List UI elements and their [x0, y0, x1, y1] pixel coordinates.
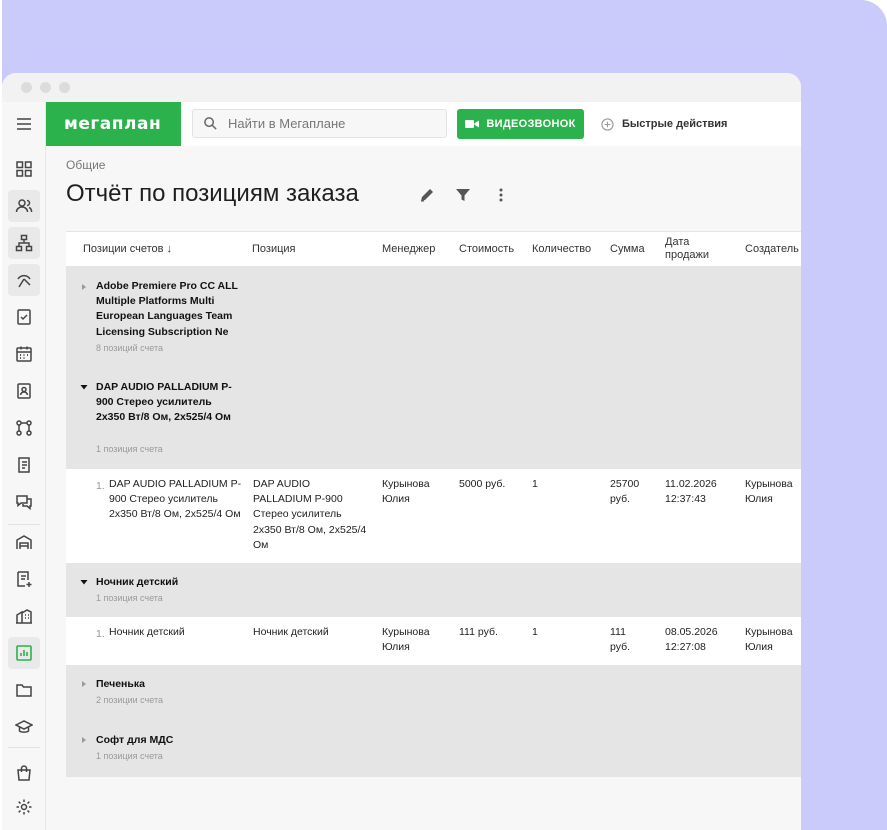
group-title[interactable]: Adobe Premiere Pro CC ALL Multiple Platf…: [96, 279, 241, 340]
window-dot: [40, 82, 51, 93]
column-header-manager[interactable]: Менеджер: [382, 243, 435, 256]
caret-right-icon[interactable]: [80, 283, 88, 291]
invoices-icon[interactable]: [8, 449, 40, 481]
shop-icon[interactable]: [8, 757, 40, 789]
search-box[interactable]: [192, 109, 447, 138]
cell-sale-date: 11.02.2026 12:37:43: [665, 478, 717, 506]
column-header-position[interactable]: Позиция: [252, 243, 296, 256]
group-title[interactable]: DAP AUDIO PALLADIUM P-900 Стерео усилите…: [96, 380, 241, 426]
megaplan-logo[interactable]: мегаплан: [46, 102, 181, 146]
cell-price: 5000 руб.: [459, 478, 506, 490]
structure-icon[interactable]: [8, 227, 40, 259]
column-header-invoice-items[interactable]: Позиции счетов ↓: [83, 243, 172, 256]
window-dot: [59, 82, 70, 93]
top-header: мегаплан ВИДЕОЗВОНОК Быстрые действия: [46, 102, 801, 146]
window-titlebar: [2, 73, 801, 102]
caret-down-icon[interactable]: [80, 383, 88, 391]
dashboard-icon[interactable]: [8, 153, 40, 185]
cell-position: Ночник детский: [253, 626, 329, 638]
row-number: 1.: [96, 628, 105, 640]
plus-circle-icon: [601, 117, 614, 131]
window-dot: [21, 82, 32, 93]
column-header-price[interactable]: Стоимость: [459, 243, 514, 256]
group-title[interactable]: Ночник детский: [96, 575, 246, 590]
sidebar-divider: [8, 747, 40, 748]
caret-right-icon[interactable]: [80, 736, 88, 744]
documents-icon[interactable]: [8, 563, 40, 595]
group-subtitle: 2 позиции счета: [96, 695, 163, 705]
app: мегаплан ВИДЕОЗВОНОК Быстрые действия Об…: [2, 102, 801, 830]
warehouse-icon[interactable]: [8, 526, 40, 558]
menu-icon[interactable]: [8, 108, 40, 140]
app-window: мегаплан ВИДЕОЗВОНОК Быстрые действия Об…: [2, 73, 801, 830]
group-row[interactable]: Ночник детский 1 позиция счета: [66, 563, 801, 617]
group-row[interactable]: Печенька 2 позиции счета: [66, 665, 801, 721]
table-row[interactable]: 1. DAP AUDIO PALLADIUM P-900 Стерео усил…: [66, 469, 801, 563]
users-icon[interactable]: [8, 190, 40, 222]
cell-position: DAP AUDIO PALLADIUM P-900 Стерео усилите…: [253, 478, 367, 551]
search-icon: [204, 117, 217, 130]
quick-actions-label: Быстрые действия: [622, 118, 728, 130]
cell-quantity: 1: [532, 478, 538, 490]
sidebar-divider: [8, 524, 40, 525]
group-subtitle: 1 позиция счета: [96, 593, 163, 603]
cell-creator: Курынова Юлия: [745, 626, 793, 654]
cell-item[interactable]: Ночник детский: [109, 625, 242, 640]
search-input[interactable]: [228, 116, 428, 131]
education-icon[interactable]: [8, 711, 40, 743]
video-call-button[interactable]: ВИДЕОЗВОНОК: [457, 109, 584, 139]
group-title[interactable]: Печенька: [96, 677, 246, 692]
sidebar: [2, 102, 46, 830]
caret-down-icon[interactable]: [80, 578, 88, 586]
cell-sum: 111 руб.: [610, 626, 631, 654]
cell-sale-date: 08.05.2026 12:27:08: [665, 626, 718, 654]
reports-icon[interactable]: [8, 637, 40, 669]
cell-item[interactable]: DAP AUDIO PALLADIUM P-900 Стерео усилите…: [109, 477, 242, 523]
column-header-sum[interactable]: Сумма: [610, 243, 645, 256]
cell-sum: 25700 руб.: [610, 478, 640, 506]
table-header: Позиции счетов ↓ Позиция Менеджер Стоимо…: [66, 231, 801, 266]
table-row[interactable]: 1. Ночник детский Ночник детский Курынов…: [66, 617, 801, 665]
group-title[interactable]: Софт для МДС: [96, 733, 246, 748]
video-call-label: ВИДЕОЗВОНОК: [486, 118, 576, 130]
cell-quantity: 1: [532, 626, 538, 638]
processes-icon[interactable]: [8, 412, 40, 444]
group-subtitle: 1 позиция счета: [96, 751, 163, 761]
column-header-creator[interactable]: Создатель: [745, 243, 799, 256]
chat-icon[interactable]: [8, 486, 40, 518]
cell-price: 111 руб.: [459, 626, 498, 638]
filter-icon[interactable]: [453, 185, 473, 205]
cell-manager: Курынова Юлия: [382, 626, 430, 654]
column-header-sale-date[interactable]: Дата продажи: [665, 236, 725, 262]
video-camera-icon: [465, 120, 480, 128]
caret-right-icon[interactable]: [80, 680, 88, 688]
group-row[interactable]: Adobe Premiere Pro CC ALL Multiple Platf…: [66, 266, 801, 368]
buildings-icon[interactable]: [8, 600, 40, 632]
settings-icon[interactable]: [8, 791, 40, 823]
group-row[interactable]: DAP AUDIO PALLADIUM P-900 Стерео усилите…: [66, 368, 801, 469]
contacts-icon[interactable]: [8, 375, 40, 407]
quick-actions-button[interactable]: Быстрые действия: [601, 116, 727, 132]
group-subtitle: 1 позиция счета: [96, 444, 163, 454]
deals-icon[interactable]: [8, 264, 40, 296]
cell-manager: Курынова Юлия: [382, 478, 430, 506]
edit-icon[interactable]: [417, 185, 437, 205]
page-title: Отчёт по позициям заказа: [66, 180, 359, 207]
cell-creator: Курынова Юлия: [745, 478, 793, 506]
files-icon[interactable]: [8, 674, 40, 706]
group-row[interactable]: Софт для МДС 1 позиция счета: [66, 721, 801, 777]
group-subtitle: 8 позиций счета: [96, 343, 163, 353]
calendar-icon[interactable]: [8, 338, 40, 370]
more-icon[interactable]: [491, 185, 511, 205]
column-header-quantity[interactable]: Количество: [532, 243, 591, 256]
report-table: Позиции счетов ↓ Позиция Менеджер Стоимо…: [66, 231, 801, 777]
breadcrumb[interactable]: Общие: [66, 158, 105, 172]
tasks-icon[interactable]: [8, 301, 40, 333]
row-number: 1.: [96, 480, 105, 492]
